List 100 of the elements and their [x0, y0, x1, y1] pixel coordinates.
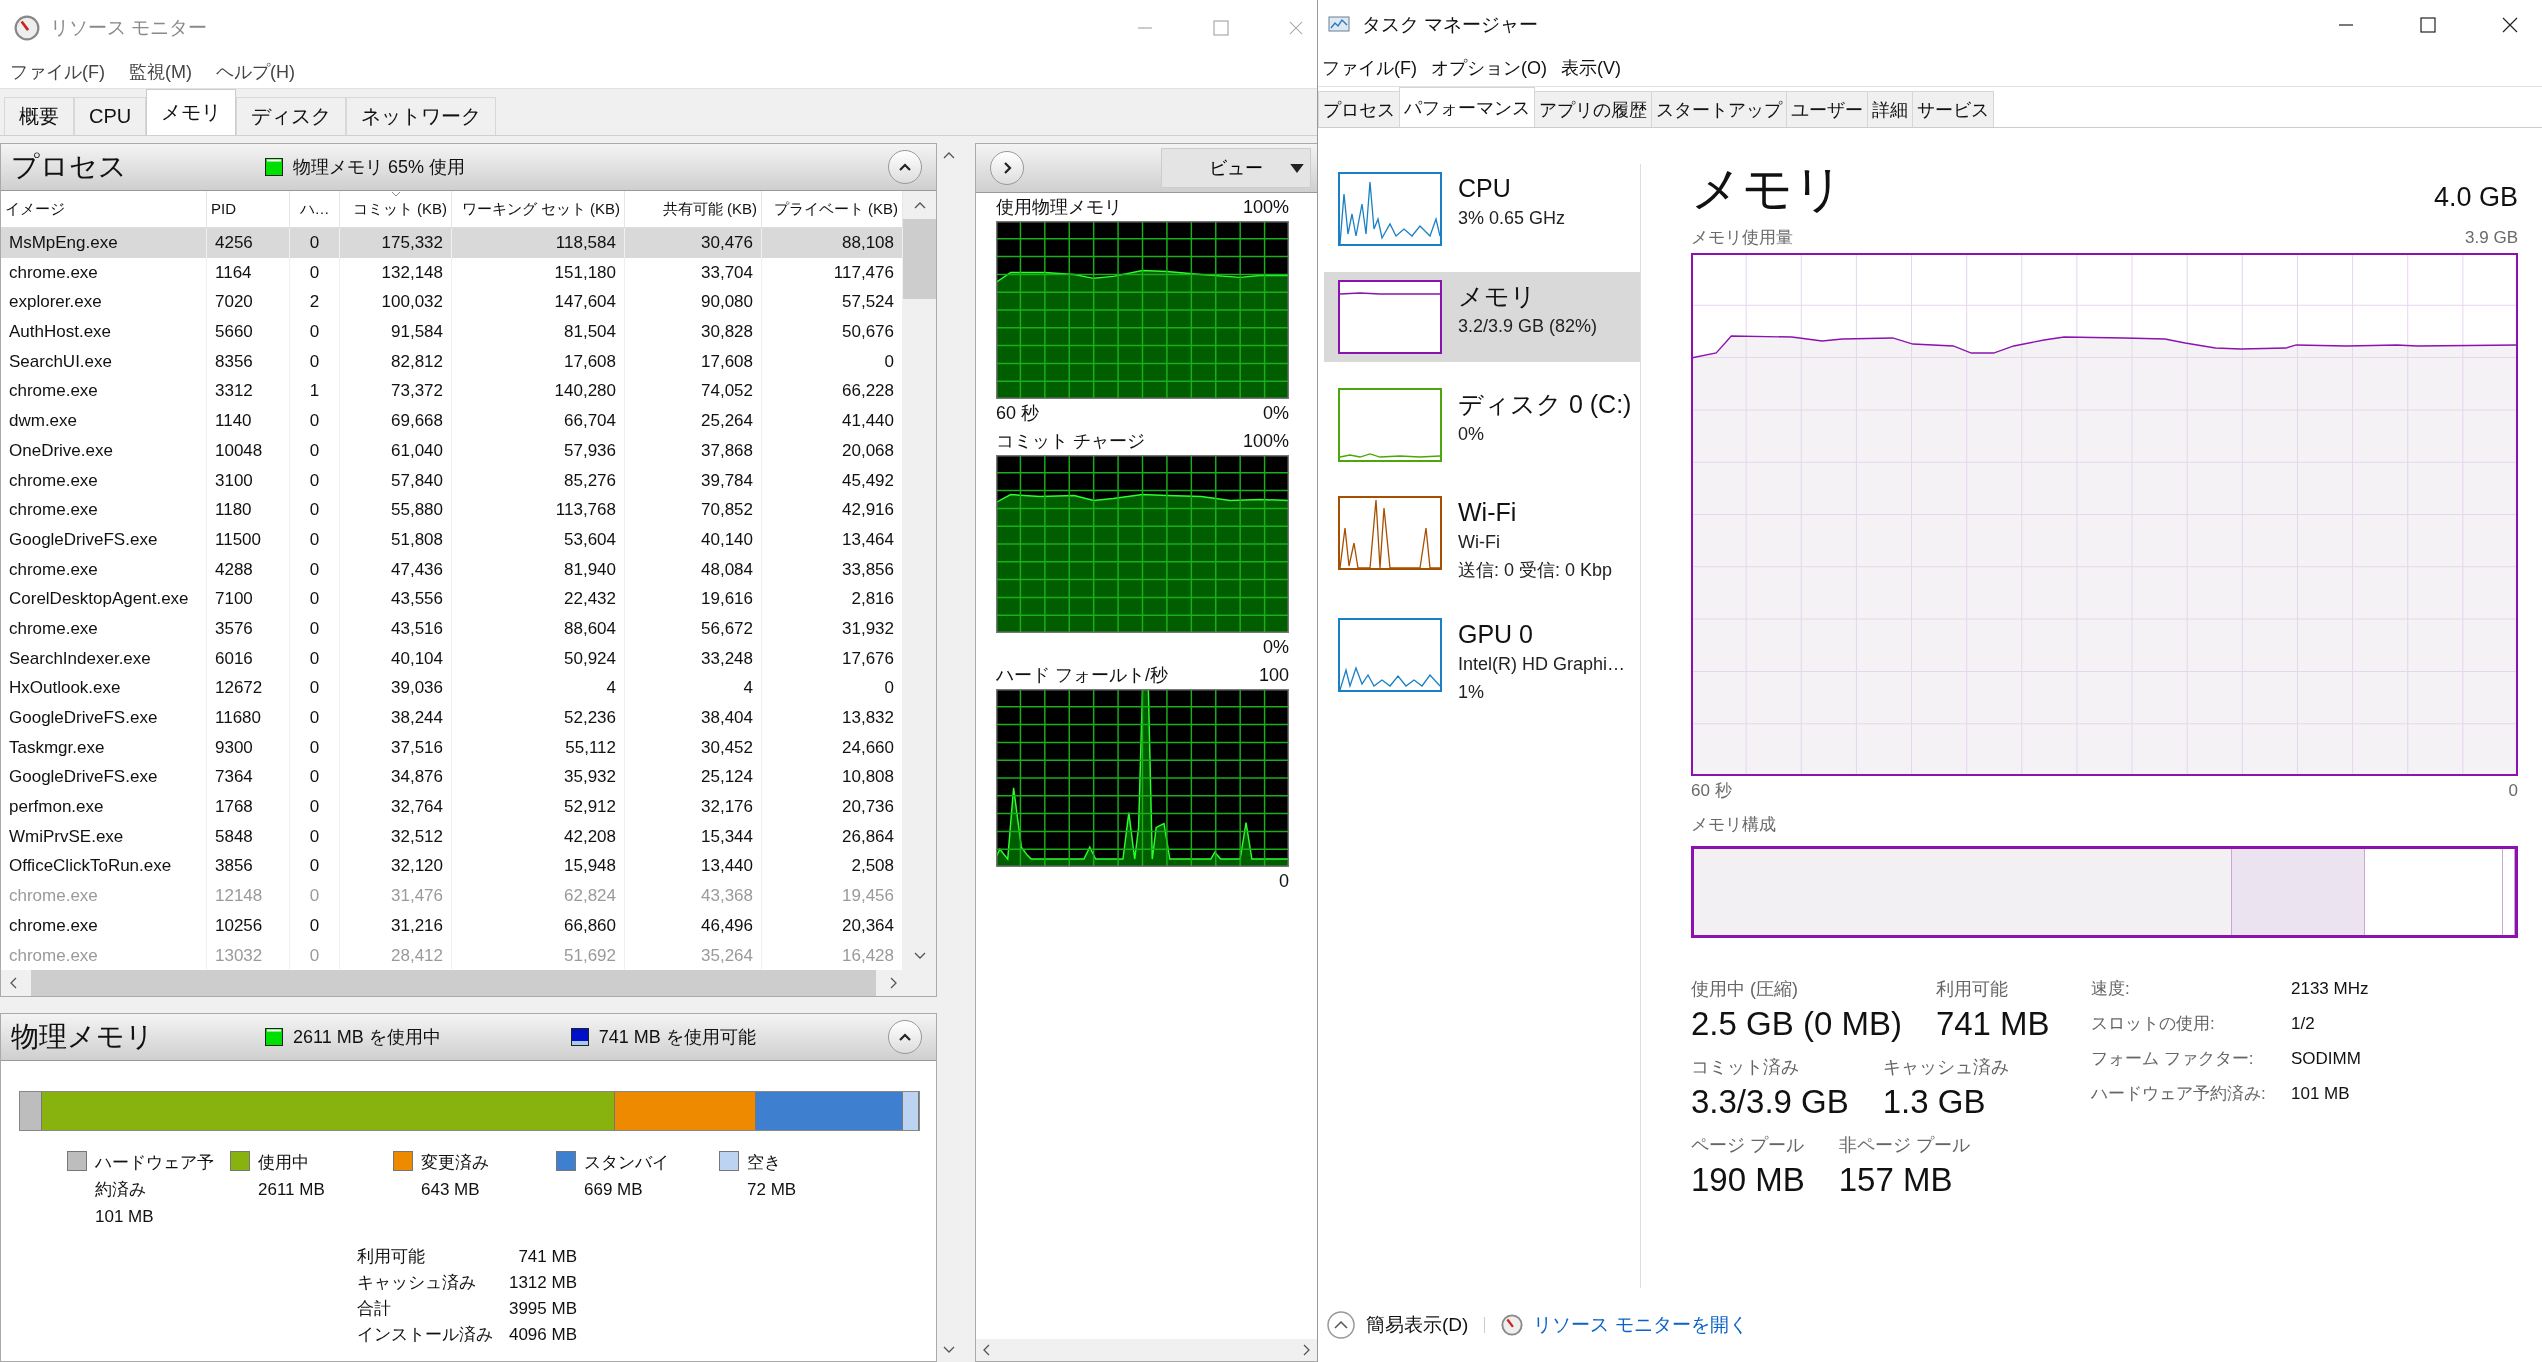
column-header[interactable]: コミット (KB)	[340, 191, 452, 227]
tab[interactable]: プロセス	[1318, 91, 1400, 127]
table-cell: 46,496	[625, 910, 762, 941]
table-cell: perfmon.exe	[1, 792, 207, 822]
table-cell: 57,936	[452, 435, 625, 466]
fewer-details-link[interactable]: 簡易表示(D)	[1366, 1312, 1469, 1338]
tab[interactable]: ユーザー	[1786, 91, 1868, 127]
menu-item[interactable]: オプション(O)	[1431, 56, 1547, 80]
table-cell: 11500	[207, 524, 290, 555]
column-header[interactable]: ワーキング セット (KB)	[452, 191, 625, 227]
open-resource-monitor-link[interactable]: リソース モニターを開く	[1533, 1312, 1748, 1338]
column-header[interactable]: PID	[207, 191, 290, 227]
menu-item[interactable]: 監視(M)	[129, 59, 192, 84]
table-cell: 0	[290, 703, 340, 733]
tab[interactable]: ディスク	[236, 97, 347, 135]
view-dropdown[interactable]: ビュー	[1161, 148, 1311, 188]
table-cell: chrome.exe	[1, 376, 207, 407]
table-cell: 11680	[207, 703, 290, 733]
menu-item[interactable]: 表示(V)	[1561, 56, 1621, 80]
chart-min-label: 0	[2508, 780, 2518, 802]
table-cell: 69,668	[340, 406, 452, 436]
graph-title: コミット チャージ	[996, 430, 1145, 453]
tab[interactable]: サービス	[1912, 91, 1994, 127]
legend-value: 669 MB	[584, 1179, 644, 1202]
column-header[interactable]: イメージ	[1, 191, 207, 227]
graph-time-label: 60 秒	[996, 402, 1040, 425]
expand-button[interactable]	[990, 151, 1024, 185]
table-cell: 30,828	[625, 317, 762, 347]
scrollbar-thumb[interactable]	[903, 219, 936, 299]
menu-item[interactable]: ファイル(F)	[1322, 56, 1417, 80]
tab[interactable]: スタートアップ	[1651, 91, 1787, 127]
table-cell: chrome.exe	[1, 495, 207, 525]
table-cell: 31,476	[340, 881, 452, 911]
memory-capacity: 4.0 GB	[2433, 182, 2518, 213]
table-cell: AuthHost.exe	[1, 317, 207, 347]
scroll-up-icon[interactable]	[943, 151, 955, 159]
column-header[interactable]: 共有可能 (KB)	[625, 191, 762, 227]
tab[interactable]: ネットワーク	[346, 97, 497, 135]
collapse-button[interactable]	[888, 1020, 922, 1055]
close-icon[interactable]	[2502, 17, 2518, 33]
scroll-left-icon[interactable]	[9, 977, 17, 990]
stat-value: 190 MB	[1691, 1160, 1805, 1200]
memory-in-use-summary: 2611 MB を使用中	[293, 1026, 441, 1050]
tab[interactable]: メモリ	[146, 89, 237, 135]
tab[interactable]: CPU	[74, 97, 147, 135]
table-cell: 113,768	[452, 495, 625, 525]
tab[interactable]: アプリの履歴	[1534, 91, 1652, 127]
scroll-left-icon[interactable]	[982, 1344, 990, 1356]
column-header[interactable]: ハ…	[290, 191, 340, 227]
summary-value: 741 MB	[517, 1246, 577, 1269]
graph-min-label: 0%	[1263, 402, 1289, 425]
table-cell: 3856	[207, 851, 290, 882]
legend-label: スタンバイ	[584, 1152, 670, 1175]
maximize-icon[interactable]	[2420, 17, 2436, 33]
menu-item[interactable]: ヘルプ(H)	[215, 59, 295, 84]
table-cell: 12672	[207, 673, 290, 703]
table-cell: 1	[290, 376, 340, 407]
table-cell: 73,372	[340, 376, 452, 407]
menu-item[interactable]: ファイル(F)	[10, 59, 105, 84]
resource-list-item[interactable]: ディスク 0 (C:) 0%	[1324, 380, 1640, 470]
scroll-right-icon[interactable]	[890, 977, 898, 990]
scroll-down-icon[interactable]	[913, 952, 926, 961]
table-cell: 0	[290, 465, 340, 496]
resource-list-item[interactable]: Wi-Fi Wi-Fi 送信: 0 受信: 0 Kbp	[1324, 488, 1640, 592]
table-row[interactable]: MsMpEng.exe 4256 0 175,332 118,584 30,476 88,108	[1, 228, 903, 258]
vertical-scrollbar[interactable]	[903, 191, 936, 971]
detail-label: フォーム ファクター:	[2091, 1048, 2255, 1070]
resource-name: GPU 0	[1458, 619, 1535, 650]
table-cell: 2	[290, 287, 340, 318]
collapse-button[interactable]	[888, 150, 922, 184]
resource-list-item[interactable]: メモリ 3.2/3.9 GB (82%)	[1324, 272, 1640, 362]
scroll-up-icon[interactable]	[913, 201, 926, 209]
table-cell: OfficeClickToRun.exe	[1, 851, 207, 882]
table-cell: 0	[290, 881, 340, 911]
resource-list-item[interactable]: GPU 0 Intel(R) HD Graphi… 1%	[1324, 610, 1640, 714]
stat-label: 非ページ プール	[1838, 1134, 1970, 1157]
table-cell: 32,512	[340, 821, 452, 852]
detail-value: 2133 MHz	[2291, 978, 2369, 1000]
table-cell: 0	[290, 821, 340, 852]
table-cell: 38,244	[340, 703, 452, 733]
table-cell: dwm.exe	[1, 406, 207, 436]
resource-name: CPU	[1458, 173, 1512, 204]
table-cell: 5848	[207, 821, 290, 852]
resource-list-item[interactable]: CPU 3% 0.65 GHz	[1324, 164, 1640, 254]
table-cell: 8356	[207, 346, 290, 377]
table-cell: CorelDesktopAgent.exe	[1, 584, 207, 614]
table-cell: 147,604	[452, 287, 625, 318]
scroll-down-icon[interactable]	[943, 1346, 955, 1354]
graph-min-label: 0	[1279, 870, 1289, 893]
table-cell: 4	[452, 673, 625, 703]
scroll-right-icon[interactable]	[1303, 1344, 1311, 1356]
memory-chip-icon	[570, 1028, 589, 1047]
detail-value: SODIMM	[2291, 1048, 2362, 1070]
table-cell: 40,140	[625, 524, 762, 555]
collapse-icon[interactable]	[1326, 1310, 1356, 1340]
horizontal-scrollbar[interactable]	[976, 1339, 1317, 1361]
tab[interactable]: 概要	[4, 97, 74, 135]
resource-detail: 3% 0.65 GHz	[1458, 207, 1566, 230]
tab[interactable]: 詳細	[1867, 91, 1913, 127]
table-cell: 118,584	[452, 228, 625, 258]
